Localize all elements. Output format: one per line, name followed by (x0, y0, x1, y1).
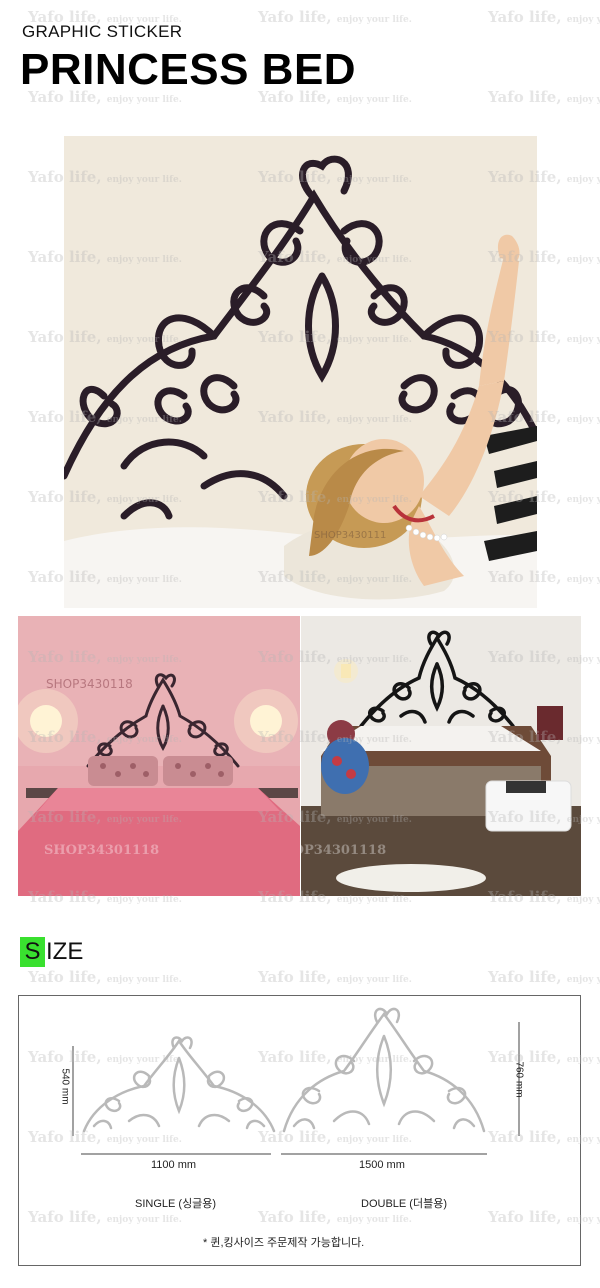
watermark-text: Yafo life, enjoy your life. (258, 968, 412, 986)
watermark-text: Yafo life, enjoy your life. (488, 968, 600, 986)
watermark-text: Yafo life, enjoy your life. (28, 968, 182, 986)
photo-overlay-text: SHOP34301118 (301, 843, 386, 858)
single-width-label: 1100 mm (151, 1159, 197, 1171)
product-photo-white-room: SHOP34301118 (301, 616, 581, 896)
double-width-label: 1500 mm (359, 1159, 405, 1171)
photo-overlay-text: SHOP34301118 (44, 843, 159, 858)
product-photo-main: SHOP3430111 (64, 136, 537, 608)
header-kicker: GRAPHIC STICKER (22, 22, 183, 41)
watermark-text: Yafo life, enjoy your life. (488, 88, 600, 106)
size-heading-text: IZE (46, 938, 84, 965)
custom-order-note: * 퀸,킹사이즈 주문제작 가능합니다. (203, 1237, 365, 1249)
page-title: PRINCESS BED (20, 45, 357, 94)
size-diagram: 540 mm 760 mm 1100 mm 1500 mm SINGLE (싱글… (18, 995, 581, 1266)
watermark-text: Yafo life, enjoy your life. (258, 8, 412, 26)
double-headboard-illustration (282, 1007, 486, 1133)
photo-overlay-text: SHOP3430118 (46, 677, 133, 691)
watermark-text: Yafo life, enjoy your life. (488, 8, 600, 26)
size-heading-accent-letter: S (20, 937, 45, 967)
product-photo-pink-room: SHOP3430118 SHOP34301118 (18, 616, 300, 896)
single-height-label: 540 mm (59, 1068, 71, 1105)
double-size-label: DOUBLE (더블용) (361, 1198, 447, 1210)
single-size-label: SINGLE (싱글용) (135, 1198, 217, 1210)
size-heading: S IZE (20, 937, 83, 967)
double-height-label: 760 mm (513, 1061, 525, 1098)
single-headboard-illustration (82, 1036, 276, 1133)
photo-overlay-text: SHOP3430111 (314, 530, 386, 541)
